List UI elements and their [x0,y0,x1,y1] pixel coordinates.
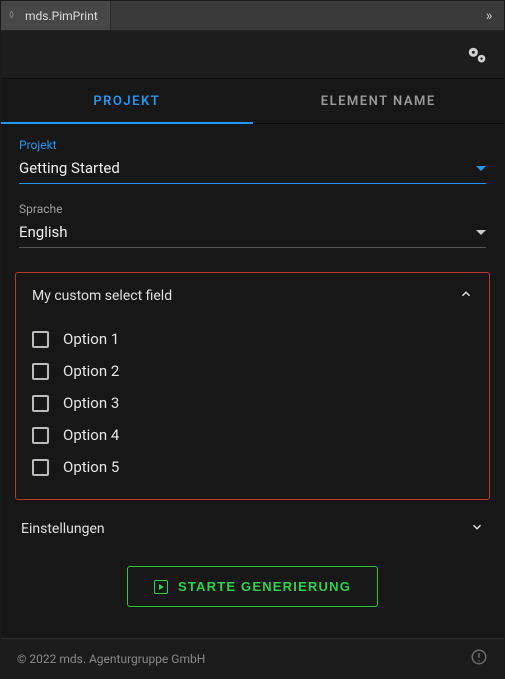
option-label: Option 3 [63,394,119,412]
sprache-field: Sprache English [15,202,490,248]
tab-label: ELEMENT NAME [321,94,436,109]
sprache-label: Sprache [19,202,486,216]
checkbox[interactable] [32,427,49,444]
panel-title: mds.PimPrint [25,9,98,23]
custom-select-panel: My custom select field Option 1 Option 2… [15,272,490,500]
option-row[interactable]: Option 4 [32,419,473,451]
checkbox[interactable] [32,331,49,348]
info-icon[interactable] [470,648,488,669]
option-row[interactable]: Option 1 [32,323,473,355]
titlebar: ◊ mds.PimPrint » [1,1,504,31]
option-row[interactable]: Option 3 [32,387,473,419]
checkbox[interactable] [32,395,49,412]
option-label: Option 2 [63,362,119,380]
option-row[interactable]: Option 2 [32,355,473,387]
checkbox[interactable] [32,459,49,476]
header-bar [1,31,504,79]
generate-label: STARTE GENERIERUNG [178,579,351,594]
option-row[interactable]: Option 5 [32,451,473,483]
chevron-double-right-icon: » [486,8,493,24]
einstellungen-accordion[interactable]: Einstellungen [15,510,490,548]
sprache-value: English [19,223,68,241]
projekt-label: Projekt [19,138,486,152]
checkbox[interactable] [32,363,49,380]
custom-select-header[interactable]: My custom select field [16,273,489,319]
content-area: Projekt Getting Started Sprache English … [1,124,504,638]
sprache-select[interactable]: English [19,219,486,248]
option-label: Option 1 [63,330,119,348]
drag-handle-icon: ◊ [9,10,19,21]
footer: © 2022 mds. Agenturgruppe GmbH [1,638,504,678]
einstellungen-label: Einstellungen [21,521,105,537]
settings-gear-icon[interactable] [466,45,488,65]
projekt-value: Getting Started [19,159,120,177]
projekt-select[interactable]: Getting Started [19,155,486,184]
chevron-down-icon [470,520,484,538]
custom-select-title: My custom select field [32,288,172,304]
projekt-field: Projekt Getting Started [15,138,490,184]
play-icon [154,580,168,594]
start-generation-button[interactable]: STARTE GENERIERUNG [127,566,378,607]
expand-button[interactable]: » [474,1,504,30]
tab-label: PROJEKT [93,94,160,109]
copyright-text: © 2022 mds. Agenturgruppe GmbH [17,652,205,666]
tab-element-name[interactable]: ELEMENT NAME [253,79,505,123]
generate-wrap: STARTE GENERIERUNG [15,548,490,627]
tab-projekt[interactable]: PROJEKT [1,79,253,123]
option-label: Option 5 [63,458,119,476]
app-window: ◊ mds.PimPrint » PROJEKT ELEMENT NAME Pr… [0,0,505,679]
custom-select-body: Option 1 Option 2 Option 3 Option 4 Opti… [16,319,489,499]
panel-tab[interactable]: ◊ mds.PimPrint [1,1,111,30]
option-label: Option 4 [63,426,119,444]
chevron-down-icon [476,230,486,235]
main-tabs: PROJEKT ELEMENT NAME [1,79,504,124]
chevron-down-icon [476,166,486,171]
chevron-up-icon [459,287,473,305]
